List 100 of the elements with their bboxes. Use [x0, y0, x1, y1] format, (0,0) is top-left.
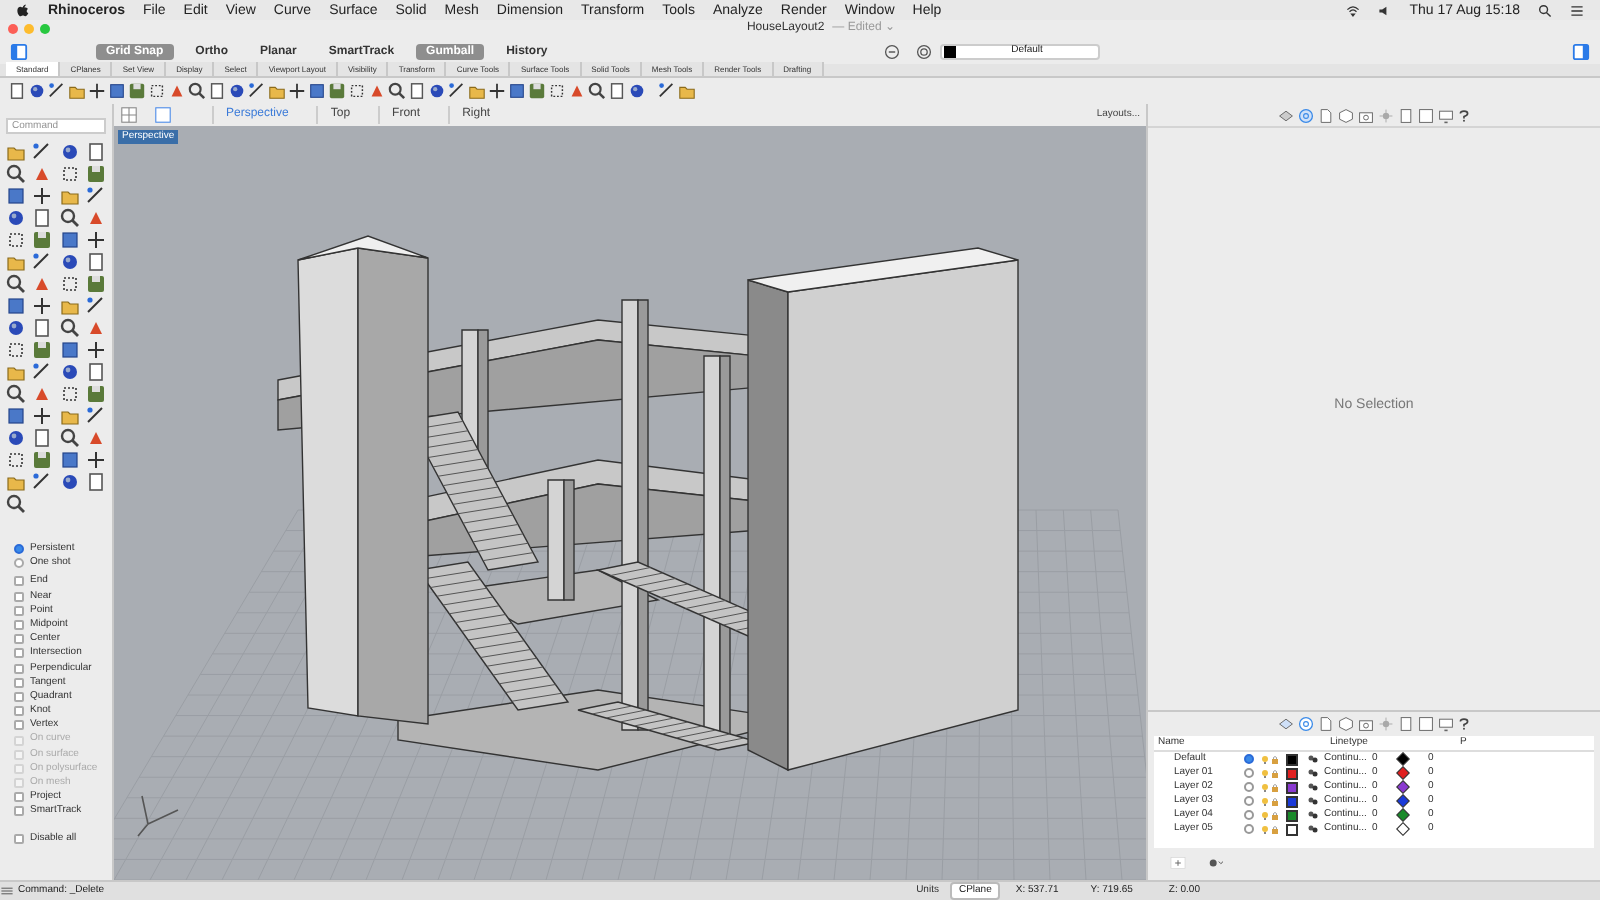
disk-tool-icon[interactable] — [85, 164, 106, 184]
light-bulb-icon[interactable] — [1260, 809, 1270, 821]
dashed-square-tool-icon[interactable] — [59, 274, 79, 294]
light-bulb-icon[interactable] — [1260, 795, 1270, 807]
current-layer-radio[interactable] — [1244, 768, 1254, 778]
magnifier-tool-icon[interactable] — [188, 82, 206, 100]
document-tool-icon[interactable] — [208, 82, 226, 100]
current-layer-radio[interactable] — [1244, 796, 1254, 806]
disk-tool-icon[interactable] — [128, 82, 146, 100]
checkbox[interactable] — [14, 706, 24, 717]
disk-tool-icon[interactable] — [32, 450, 53, 470]
dashed-square-tool-icon[interactable] — [6, 230, 26, 250]
layer-color-swatch[interactable] — [1286, 795, 1298, 807]
light-bulb-icon[interactable] — [1260, 823, 1270, 835]
monitor-icon[interactable] — [1438, 107, 1454, 123]
square-tool-icon[interactable] — [59, 450, 79, 470]
print-color-diamond[interactable] — [1396, 808, 1410, 822]
dashed-square-tool-icon[interactable] — [548, 82, 566, 100]
disk-tool-icon[interactable] — [85, 274, 106, 294]
building-model-drawing[interactable] — [277, 235, 1019, 772]
triangle-tool-icon[interactable] — [85, 428, 106, 448]
document-tool-icon[interactable] — [85, 142, 106, 162]
checkbox[interactable] — [14, 677, 24, 688]
radio-button[interactable] — [14, 558, 24, 569]
disk-tool-icon[interactable] — [32, 230, 53, 250]
checkbox[interactable] — [14, 605, 24, 616]
document-tool-icon[interactable] — [32, 208, 53, 228]
question-mark-icon[interactable] — [1458, 107, 1470, 123]
dashed-square-tool-icon[interactable] — [6, 340, 26, 360]
folder-tool-icon[interactable] — [68, 82, 86, 100]
document-tool-icon[interactable] — [32, 318, 53, 338]
sidebar-toggle-icon[interactable] — [10, 41, 28, 61]
checkbox[interactable] — [14, 691, 24, 702]
triangle-tool-icon[interactable] — [85, 208, 106, 228]
checkbox[interactable] — [14, 620, 24, 631]
light-bulb-icon[interactable] — [1260, 781, 1270, 793]
light-bulb-icon[interactable] — [1260, 767, 1270, 779]
layer-color-swatch[interactable] — [1286, 823, 1298, 835]
dashed-square-tool-icon[interactable] — [6, 450, 26, 470]
line-tool-tool-icon[interactable] — [85, 296, 106, 316]
square-tool-icon[interactable] — [6, 186, 26, 206]
magnifier-tool-icon[interactable] — [6, 384, 26, 404]
document-tool-icon[interactable] — [85, 472, 106, 492]
sphere-tool-icon[interactable] — [59, 142, 79, 162]
line-tool-tool-icon[interactable] — [32, 142, 53, 162]
cube-icon[interactable] — [1338, 716, 1354, 732]
document-tool-icon[interactable] — [32, 428, 53, 448]
dashed-square-tool-icon[interactable] — [59, 164, 79, 184]
square-tool-icon[interactable] — [6, 296, 26, 316]
crosshair-tool-icon[interactable] — [85, 230, 106, 250]
sphere-tool-icon[interactable] — [228, 82, 246, 100]
sphere-tool-icon[interactable] — [59, 252, 79, 272]
current-layer-radio[interactable] — [1244, 810, 1254, 820]
magnifier-tool-icon[interactable] — [6, 164, 26, 184]
sphere-tool-icon[interactable] — [628, 82, 646, 100]
layers-icon[interactable] — [1278, 107, 1294, 123]
triangle-tool-icon[interactable] — [32, 274, 53, 294]
light-bulb-icon[interactable] — [1260, 753, 1270, 765]
monitor-icon[interactable] — [1438, 716, 1454, 732]
checkbox[interactable] — [14, 648, 24, 659]
sphere-tool-icon[interactable] — [28, 82, 46, 100]
disk-tool-icon[interactable] — [85, 384, 106, 404]
square-icon[interactable] — [1418, 107, 1434, 123]
crosshair-tool-icon[interactable] — [88, 82, 106, 100]
square-tool-icon[interactable] — [6, 406, 26, 426]
search-icon[interactable] — [1538, 3, 1552, 17]
square-tool-icon[interactable] — [308, 82, 326, 100]
print-color-diamond[interactable] — [1396, 752, 1410, 766]
magnifier-tool-icon[interactable] — [59, 318, 79, 338]
disk-tool-icon[interactable] — [32, 340, 53, 360]
close-button[interactable] — [8, 24, 18, 34]
triangle-tool-icon[interactable] — [32, 384, 53, 404]
document-tool-icon[interactable] — [8, 82, 26, 100]
crosshair-tool-icon[interactable] — [488, 82, 506, 100]
magnifier-tool-icon[interactable] — [6, 274, 26, 294]
magnifier-tool-icon[interactable] — [59, 208, 79, 228]
layer-color-swatch[interactable] — [1286, 767, 1298, 779]
sphere-tool-icon[interactable] — [59, 362, 79, 382]
checkbox[interactable] — [14, 576, 24, 587]
square-tool-icon[interactable] — [508, 82, 526, 100]
cube-icon[interactable] — [1338, 107, 1354, 123]
folder-tool-icon[interactable] — [678, 82, 696, 100]
square-icon[interactable] — [1418, 716, 1434, 732]
print-color-diamond[interactable] — [1396, 794, 1410, 808]
line-tool-tool-icon[interactable] — [85, 186, 106, 206]
triangle-tool-icon[interactable] — [568, 82, 586, 100]
crosshair-tool-icon[interactable] — [288, 82, 306, 100]
crosshair-tool-icon[interactable] — [32, 186, 53, 206]
four-viewports-icon[interactable] — [120, 106, 138, 124]
wifi-icon[interactable] — [1345, 3, 1360, 17]
checkbox[interactable] — [14, 634, 24, 645]
document-tool-icon[interactable] — [408, 82, 426, 100]
sphere-tool-icon[interactable] — [59, 472, 79, 492]
print-color-diamond[interactable] — [1396, 780, 1410, 794]
document-tool-icon[interactable] — [85, 252, 106, 272]
current-layer-radio[interactable] — [1244, 754, 1254, 764]
sphere-tool-icon[interactable] — [6, 428, 26, 448]
sphere-tool-icon[interactable] — [6, 208, 26, 228]
triangle-tool-icon[interactable] — [85, 318, 106, 338]
camera-icon[interactable] — [1358, 716, 1374, 732]
